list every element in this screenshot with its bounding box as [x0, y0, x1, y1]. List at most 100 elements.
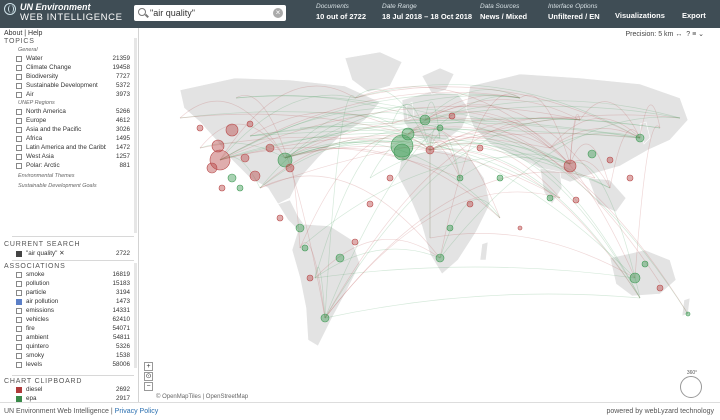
location-bubble[interactable] [425, 145, 435, 155]
checkbox[interactable] [16, 272, 22, 278]
list-item[interactable]: pollution 15183 [16, 280, 130, 289]
location-bubble[interactable] [265, 143, 275, 153]
location-bubble[interactable] [211, 139, 225, 153]
brand-logo[interactable]: UN Environment WEB INTELLIGENCE [4, 2, 130, 26]
location-bubble[interactable] [629, 272, 641, 284]
location-bubble[interactable] [295, 223, 305, 233]
list-item[interactable]: smoke 16819 [16, 271, 130, 280]
help-icon[interactable]: ? [686, 31, 690, 38]
list-item[interactable]: Africa 1495 [16, 135, 130, 144]
location-bubble[interactable] [517, 225, 523, 231]
location-bubble[interactable] [546, 194, 554, 202]
list-item[interactable]: vehicles 62410 [16, 316, 130, 325]
list-item[interactable]: Air 3973 [16, 91, 130, 100]
map-canvas[interactable] [140, 28, 708, 402]
location-bubble[interactable] [249, 170, 261, 182]
help-link[interactable]: Help [28, 30, 42, 37]
location-bubble[interactable] [240, 153, 250, 163]
list-item[interactable]: Polar: Arctic 881 [16, 162, 130, 171]
location-bubble[interactable] [456, 174, 464, 182]
zoom-reset-button[interactable]: ⊙ [144, 372, 153, 381]
date-range[interactable]: Date Range 18 Jul 2018 – 18 Oct 2018 [382, 3, 472, 27]
list-item[interactable]: levels 58006 [16, 361, 130, 370]
location-bubble[interactable] [641, 260, 649, 268]
current-search-row[interactable]: "air quality" ✕ 2722 [16, 250, 130, 259]
list-item[interactable]: fire 54071 [16, 325, 130, 334]
checkbox[interactable] [16, 92, 22, 98]
list-item[interactable]: smoky 1538 [16, 352, 130, 361]
location-bubble[interactable] [366, 200, 374, 208]
location-bubble[interactable] [306, 274, 314, 282]
list-item[interactable]: North America 5266 [16, 108, 130, 117]
data-sources[interactable]: Data Sources News / Mixed [480, 3, 527, 27]
collapse-icon[interactable]: ⌄ [698, 31, 704, 38]
location-bubble[interactable] [301, 244, 309, 252]
checkbox[interactable] [16, 326, 22, 332]
list-item[interactable]: West Asia 1257 [16, 153, 130, 162]
export-button[interactable]: Export [682, 11, 706, 20]
location-bubble[interactable] [635, 133, 645, 143]
checkbox[interactable] [16, 136, 22, 142]
location-bubble[interactable] [496, 174, 504, 182]
location-bubble[interactable] [246, 120, 254, 128]
location-bubble[interactable] [448, 112, 456, 120]
list-item[interactable]: air pollution 1473 [16, 298, 130, 307]
checkbox[interactable] [16, 74, 22, 80]
location-bubble[interactable] [436, 124, 444, 132]
list-item[interactable]: Climate Change 19458 [16, 64, 130, 73]
checkbox[interactable] [16, 83, 22, 89]
location-bubble[interactable] [606, 156, 614, 164]
list-item[interactable]: emissions 14331 [16, 307, 130, 316]
checkbox[interactable] [16, 362, 22, 368]
checkbox[interactable] [16, 344, 22, 350]
location-bubble[interactable] [351, 238, 359, 246]
location-bubble[interactable] [227, 173, 237, 183]
location-bubble[interactable] [393, 143, 411, 161]
location-bubble[interactable] [335, 253, 345, 263]
list-item[interactable]: Europe 4612 [16, 117, 130, 126]
location-bubble[interactable] [218, 184, 226, 192]
location-bubble[interactable] [476, 144, 484, 152]
checkbox[interactable] [16, 353, 22, 359]
privacy-policy-link[interactable]: Privacy Policy [115, 408, 159, 415]
location-bubble[interactable] [626, 174, 634, 182]
visualizations-button[interactable]: Visualizations [615, 11, 665, 20]
environmental-themes-label[interactable]: Environmental Themes [18, 173, 75, 179]
location-bubble[interactable] [276, 214, 284, 222]
world-map[interactable]: Precision: 5 km ↔ ? ≡ ⌄ + ⊙ − © OpenMapT… [140, 28, 708, 402]
list-item[interactable]: Latin America and the Caribb... 1472 [16, 144, 130, 153]
search-box[interactable]: × [134, 5, 286, 21]
topics-scrollbar[interactable] [134, 38, 137, 233]
list-item[interactable]: ambient 54811 [16, 334, 130, 343]
location-bubble[interactable] [236, 184, 244, 192]
location-bubble[interactable] [285, 163, 295, 173]
checkbox[interactable] [16, 335, 22, 341]
checkbox[interactable] [16, 163, 22, 169]
checkbox[interactable] [16, 65, 22, 71]
location-bubble[interactable] [466, 200, 474, 208]
location-bubble[interactable] [196, 124, 204, 132]
checkbox[interactable] [16, 290, 22, 296]
map-attribution[interactable]: © OpenMapTiles | OpenStreetMap [156, 394, 248, 400]
associations-scrollbar[interactable] [134, 263, 137, 368]
menu-icon[interactable]: ≡ [692, 31, 696, 38]
checkbox[interactable] [16, 127, 22, 133]
checkbox[interactable] [16, 317, 22, 323]
checkbox[interactable] [16, 109, 22, 115]
location-bubble[interactable] [446, 224, 454, 232]
interface-options[interactable]: Interface Options Unfiltered / EN [548, 3, 600, 27]
documents-info[interactable]: Documents 10 out of 2722 [316, 3, 366, 27]
search-input[interactable] [150, 6, 268, 20]
location-bubble[interactable] [656, 284, 664, 292]
checkbox[interactable] [16, 281, 22, 287]
precision-arrow-icon[interactable]: ↔ [675, 31, 682, 38]
location-bubble[interactable] [225, 123, 239, 137]
list-item[interactable]: particle 3194 [16, 289, 130, 298]
location-bubble[interactable] [435, 253, 445, 263]
location-bubble[interactable] [563, 159, 577, 173]
checkbox[interactable] [16, 299, 22, 305]
list-item[interactable]: Biodiversity 7727 [16, 73, 130, 82]
remove-search-icon[interactable]: ✕ [59, 250, 64, 257]
checkbox[interactable] [16, 387, 22, 393]
checkbox[interactable] [16, 308, 22, 314]
